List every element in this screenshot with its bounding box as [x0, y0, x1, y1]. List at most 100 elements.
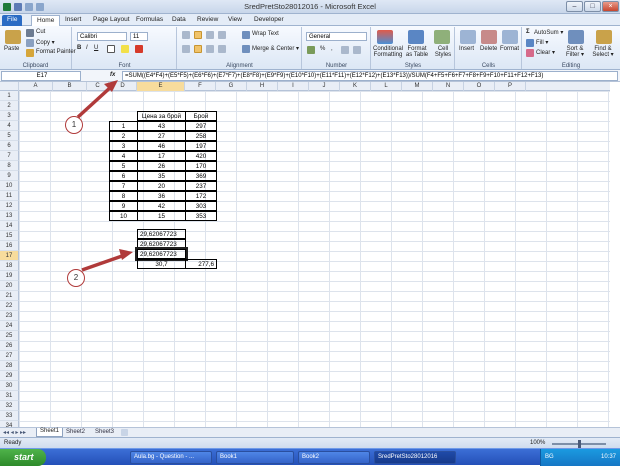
- format-cells-button[interactable]: Format: [500, 46, 519, 52]
- table-cell[interactable]: 15: [137, 211, 186, 221]
- taskbar-item-sredpretsto[interactable]: SredPretSto28012016: [374, 451, 456, 464]
- merge-center-icon[interactable]: [242, 45, 250, 53]
- table-cell[interactable]: 6: [109, 171, 138, 181]
- table-cell[interactable]: 46: [137, 141, 186, 151]
- table-cell[interactable]: 172: [185, 191, 217, 201]
- table-cell[interactable]: 258: [185, 131, 217, 141]
- table-cell[interactable]: 5: [109, 161, 138, 171]
- tab-home[interactable]: Home: [31, 15, 61, 26]
- select-all-corner[interactable]: [0, 82, 19, 91]
- cut-button[interactable]: Cut: [36, 29, 45, 35]
- start-button[interactable]: start: [0, 449, 46, 466]
- table-cell[interactable]: 9: [109, 201, 138, 211]
- copy-icon[interactable]: [26, 39, 34, 47]
- row-header[interactable]: 26: [0, 341, 19, 351]
- wrap-text-button[interactable]: Wrap Text: [252, 31, 279, 37]
- table-cell[interactable]: 369: [185, 171, 217, 181]
- row-header[interactable]: 5: [0, 131, 19, 141]
- col-h[interactable]: H: [247, 82, 278, 91]
- row-header[interactable]: 17: [0, 251, 19, 261]
- col-f[interactable]: F: [185, 82, 216, 91]
- taskbar-item-aula[interactable]: Aula.bg - Question - ...: [130, 451, 212, 464]
- taskbar-item-book2[interactable]: Book2: [298, 451, 370, 464]
- row-header[interactable]: 29: [0, 371, 19, 381]
- table-cell[interactable]: 36: [137, 191, 186, 201]
- format-cells-icon[interactable]: [502, 30, 518, 44]
- col-k[interactable]: K: [340, 82, 371, 91]
- row-header[interactable]: 1: [0, 91, 19, 101]
- table-cell[interactable]: 170: [185, 161, 217, 171]
- row-header[interactable]: 22: [0, 301, 19, 311]
- col-j[interactable]: J: [309, 82, 340, 91]
- col-n[interactable]: N: [433, 82, 464, 91]
- row-header[interactable]: 19: [0, 271, 19, 281]
- sheet-grid[interactable]: [19, 91, 610, 427]
- sort-filter-button[interactable]: Sort & Filter ▾: [563, 46, 587, 58]
- tab-data[interactable]: Data: [167, 15, 191, 26]
- tab-formulas[interactable]: Formulas: [131, 15, 168, 26]
- conditional-formatting-button[interactable]: Conditional Formatting: [373, 46, 403, 58]
- align-left-icon[interactable]: [182, 45, 190, 53]
- table-cell[interactable]: 420: [185, 151, 217, 161]
- minimize-button[interactable]: –: [566, 1, 583, 12]
- tab-developer[interactable]: Developer: [249, 15, 289, 26]
- col-a[interactable]: A: [19, 82, 53, 91]
- table-cell[interactable]: 27: [137, 131, 186, 141]
- number-format-select[interactable]: General: [306, 32, 367, 41]
- sort-filter-icon[interactable]: [568, 30, 584, 44]
- row-header[interactable]: 4: [0, 121, 19, 131]
- find-select-icon[interactable]: [596, 30, 612, 44]
- italic-button[interactable]: I: [86, 45, 88, 51]
- format-as-table-button[interactable]: Format as Table: [404, 46, 430, 58]
- table-cell[interactable]: 10: [109, 211, 138, 221]
- table-cell[interactable]: 237: [185, 181, 217, 191]
- formula-input[interactable]: =SUM((E4*F4)+(E5*F5)+(E6*F6)+(E7*F7)+(E8…: [122, 71, 618, 81]
- tab-page-layout[interactable]: Page Layout: [88, 15, 135, 26]
- row-header[interactable]: 30: [0, 381, 19, 391]
- row-header[interactable]: 31: [0, 391, 19, 401]
- currency-icon[interactable]: [307, 46, 315, 54]
- row-header[interactable]: 11: [0, 191, 19, 201]
- merge-center-button[interactable]: Merge & Center ▾: [252, 45, 299, 52]
- table-cell[interactable]: 43: [137, 121, 186, 131]
- col-e[interactable]: E: [137, 82, 185, 91]
- tab-view[interactable]: View: [223, 15, 247, 26]
- insert-sheet-icon[interactable]: [121, 429, 128, 436]
- align-middle-icon[interactable]: [194, 31, 202, 39]
- col-o[interactable]: O: [464, 82, 495, 91]
- table-cell[interactable]: 26: [137, 161, 186, 171]
- increase-decimal-icon[interactable]: [341, 46, 349, 54]
- row-header[interactable]: 27: [0, 351, 19, 361]
- col-i[interactable]: I: [278, 82, 309, 91]
- cell-e16[interactable]: 29,62067723: [137, 239, 186, 249]
- table-cell[interactable]: 297: [185, 121, 217, 131]
- table-cell[interactable]: 1: [109, 121, 138, 131]
- row-header[interactable]: 15: [0, 231, 19, 241]
- row-header[interactable]: 6: [0, 141, 19, 151]
- fill-color-icon[interactable]: [121, 45, 129, 53]
- table-cell[interactable]: 3: [109, 141, 138, 151]
- decrease-decimal-icon[interactable]: [353, 46, 361, 54]
- cell-styles-icon[interactable]: [434, 30, 450, 44]
- close-button[interactable]: ×: [602, 1, 619, 12]
- format-painter-icon[interactable]: [26, 49, 34, 57]
- table-cell[interactable]: 303: [185, 201, 217, 211]
- row-header[interactable]: 2: [0, 101, 19, 111]
- cell-e18[interactable]: 30,7: [137, 259, 186, 269]
- col-p[interactable]: P: [495, 82, 526, 91]
- align-top-icon[interactable]: [182, 31, 190, 39]
- tab-insert[interactable]: Insert: [60, 15, 86, 26]
- delete-cells-icon[interactable]: [481, 30, 497, 44]
- table-cell[interactable]: 7: [109, 181, 138, 191]
- align-center-icon[interactable]: [194, 45, 202, 53]
- row-header[interactable]: 7: [0, 151, 19, 161]
- percent-button[interactable]: %: [320, 46, 325, 52]
- taskbar-item-book1[interactable]: Book1: [216, 451, 294, 464]
- cell-styles-button[interactable]: Cell Styles: [434, 46, 452, 58]
- table-cell[interactable]: 4: [109, 151, 138, 161]
- indent-icon[interactable]: [218, 45, 226, 53]
- delete-cells-button[interactable]: Delete: [480, 46, 497, 52]
- font-color-icon[interactable]: [135, 45, 143, 53]
- cell-e15[interactable]: 29,62067723: [137, 229, 186, 239]
- col-m[interactable]: M: [402, 82, 433, 91]
